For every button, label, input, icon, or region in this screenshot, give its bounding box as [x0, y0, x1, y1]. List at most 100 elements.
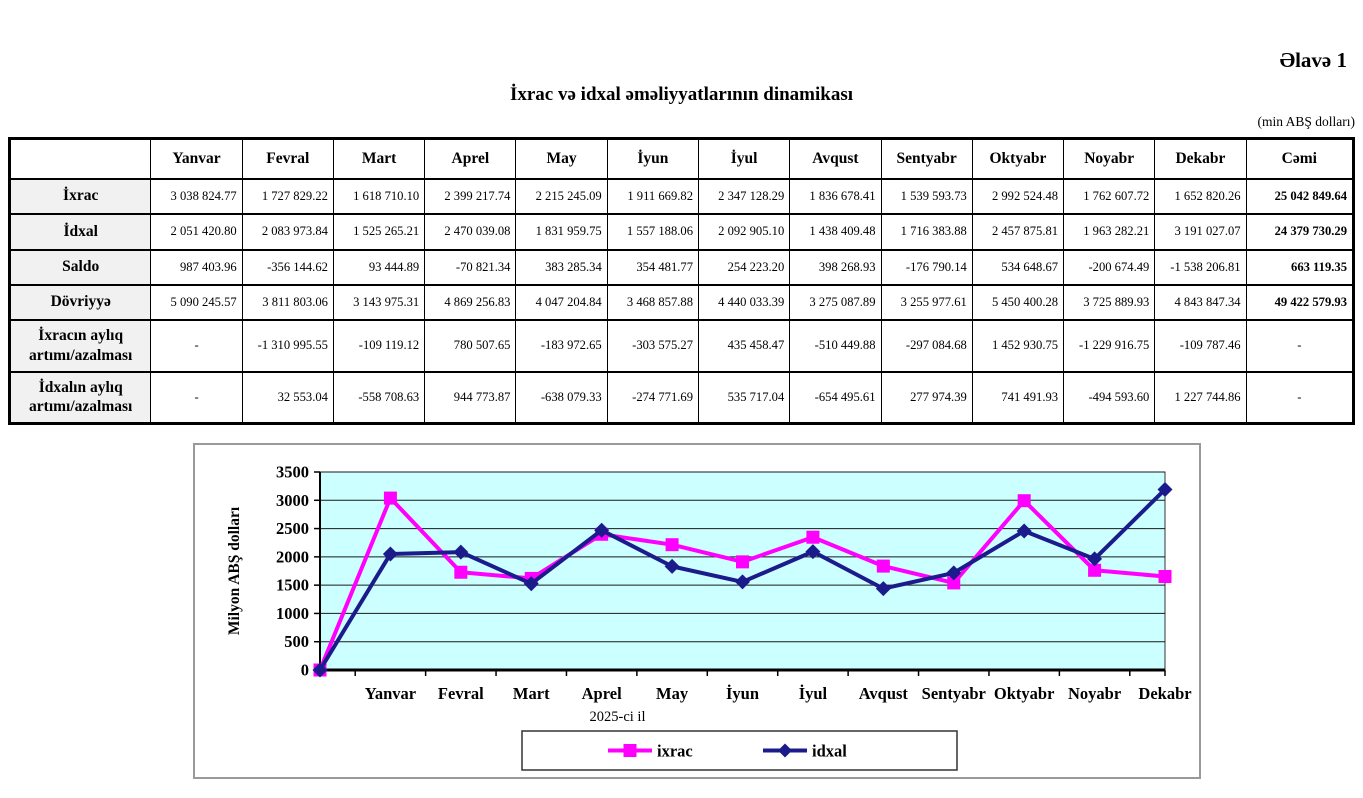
marker-square	[384, 492, 397, 505]
table-header-row: YanvarFevralMartAprelMayİyunİyulAvqustSe…	[10, 139, 1354, 179]
table-column-header: Avqust	[790, 139, 881, 179]
table-column-header: Sentyabr	[881, 139, 972, 179]
table-cell: -558 708.63	[333, 372, 424, 424]
table-cell: 3 275 087.89	[790, 285, 881, 320]
table-cell: 3 811 803.06	[242, 285, 333, 320]
table-cell: 3 468 857.88	[607, 285, 698, 320]
table-cell: 398 268.93	[790, 250, 881, 285]
table-cell: 25 042 849.64	[1246, 179, 1353, 214]
table-cell: -109 787.46	[1155, 320, 1246, 372]
table-cell: 4 843 847.34	[1155, 285, 1246, 320]
table-cell: 3 143 975.31	[333, 285, 424, 320]
table-cell: 5 450 400.28	[972, 285, 1063, 320]
marker-square	[666, 538, 679, 551]
table-cell: 1 525 265.21	[333, 214, 424, 250]
table-cell: 354 481.77	[607, 250, 698, 285]
table-cell: -494 593.60	[1064, 372, 1155, 424]
table-cell: 1 539 593.73	[881, 179, 972, 214]
legend-label: idxal	[812, 742, 847, 761]
table-cell: 2 399 217.74	[425, 179, 516, 214]
dynamics-table: YanvarFevralMartAprelMayİyunİyulAvqustSe…	[8, 137, 1355, 425]
y-tick-label: 2000	[276, 547, 309, 566]
table-cell: 3 038 824.77	[151, 179, 242, 214]
legend-label: ixrac	[657, 742, 693, 761]
y-tick-label: 3500	[276, 463, 309, 482]
table-cell: 3 725 889.93	[1064, 285, 1155, 320]
table-cell: 1 227 744.86	[1155, 372, 1246, 424]
table-cell: 1 557 188.06	[607, 214, 698, 250]
marker-square	[806, 531, 819, 544]
table-cell: -183 972.65	[516, 320, 607, 372]
marker-square	[1018, 494, 1031, 507]
marker-square	[736, 555, 749, 568]
table-cell: -109 119.12	[333, 320, 424, 372]
table-column-header: Oktyabr	[972, 139, 1063, 179]
x-axis-label: Noyabr	[1068, 684, 1121, 703]
x-axis-label: Mart	[513, 684, 550, 703]
table-cell: 435 458.47	[699, 320, 790, 372]
table-cell: 383 285.34	[516, 250, 607, 285]
table-cell: 535 717.04	[699, 372, 790, 424]
table-cell: 5 090 245.57	[151, 285, 242, 320]
x-axis-title: 2025-ci il	[590, 709, 646, 725]
table-cell: -	[151, 372, 242, 424]
table-cell: 2 215 245.09	[516, 179, 607, 214]
table-cell: -	[151, 320, 242, 372]
row-label: Dövriyyə	[10, 285, 151, 320]
table-cell: 1 911 669.82	[607, 179, 698, 214]
plot-area	[320, 472, 1165, 670]
table-cell: 32 553.04	[242, 372, 333, 424]
table-cell: 1 652 820.26	[1155, 179, 1246, 214]
table-cell: 1 963 282.21	[1064, 214, 1155, 250]
y-tick-label: 1000	[276, 604, 309, 623]
table-cell: 741 491.93	[972, 372, 1063, 424]
table-cell: 944 773.87	[425, 372, 516, 424]
page-title: İxrac və idxal əməliyyatlarının dinamika…	[0, 84, 1363, 106]
table-row: İdxalın aylıq artımı/azalması-32 553.04-…	[10, 372, 1354, 424]
table-cell: 2 092 905.10	[699, 214, 790, 250]
annex-label: Əlavə 1	[1280, 48, 1347, 73]
table-cell: 1 836 678.41	[790, 179, 881, 214]
table-row: Saldo987 403.96-356 144.6293 444.89-70 8…	[10, 250, 1354, 285]
table-cell: -356 144.62	[242, 250, 333, 285]
legend-marker-square	[624, 744, 637, 757]
x-axis-label: Avqust	[859, 684, 909, 703]
table-column-header: Mart	[333, 139, 424, 179]
table-cell: 2 457 875.81	[972, 214, 1063, 250]
x-axis-label: Oktyabr	[994, 684, 1055, 703]
table-cell: -70 821.34	[425, 250, 516, 285]
table-corner-cell	[10, 139, 151, 179]
x-axis-label: İyul	[799, 684, 828, 703]
x-axis-label: May	[656, 684, 689, 703]
row-label: İxracın aylıq artımı/azalması	[10, 320, 151, 372]
table-column-header: Fevral	[242, 139, 333, 179]
y-tick-label: 500	[284, 632, 309, 651]
table-cell: 1 438 409.48	[790, 214, 881, 250]
table-cell: 1 762 607.72	[1064, 179, 1155, 214]
row-label: İxrac	[10, 179, 151, 214]
table-cell: 1 727 829.22	[242, 179, 333, 214]
table-cell: -1 310 995.55	[242, 320, 333, 372]
table-cell: -	[1246, 372, 1353, 424]
row-label: Saldo	[10, 250, 151, 285]
table-cell: 1 618 710.10	[333, 179, 424, 214]
table-cell: 3 191 027.07	[1155, 214, 1246, 250]
table-cell: -510 449.88	[790, 320, 881, 372]
table-column-header: Aprel	[425, 139, 516, 179]
y-axis-title: Milyon ABŞ dolları	[226, 506, 243, 635]
table-row: Dövriyyə5 090 245.573 811 803.063 143 97…	[10, 285, 1354, 320]
table-cell: 277 974.39	[881, 372, 972, 424]
legend-box	[522, 731, 957, 770]
table-cell: -638 079.33	[516, 372, 607, 424]
table-column-header: May	[516, 139, 607, 179]
marker-square	[877, 560, 890, 573]
x-axis-label: Yanvar	[365, 684, 416, 703]
table-cell: 1 831 959.75	[516, 214, 607, 250]
y-tick-label: 0	[301, 661, 309, 680]
y-tick-label: 3000	[276, 491, 309, 510]
x-axis-label: Fevral	[438, 684, 484, 703]
table-cell: -303 575.27	[607, 320, 698, 372]
table-cell: 2 051 420.80	[151, 214, 242, 250]
table-cell: 4 440 033.39	[699, 285, 790, 320]
table-cell: 2 992 524.48	[972, 179, 1063, 214]
